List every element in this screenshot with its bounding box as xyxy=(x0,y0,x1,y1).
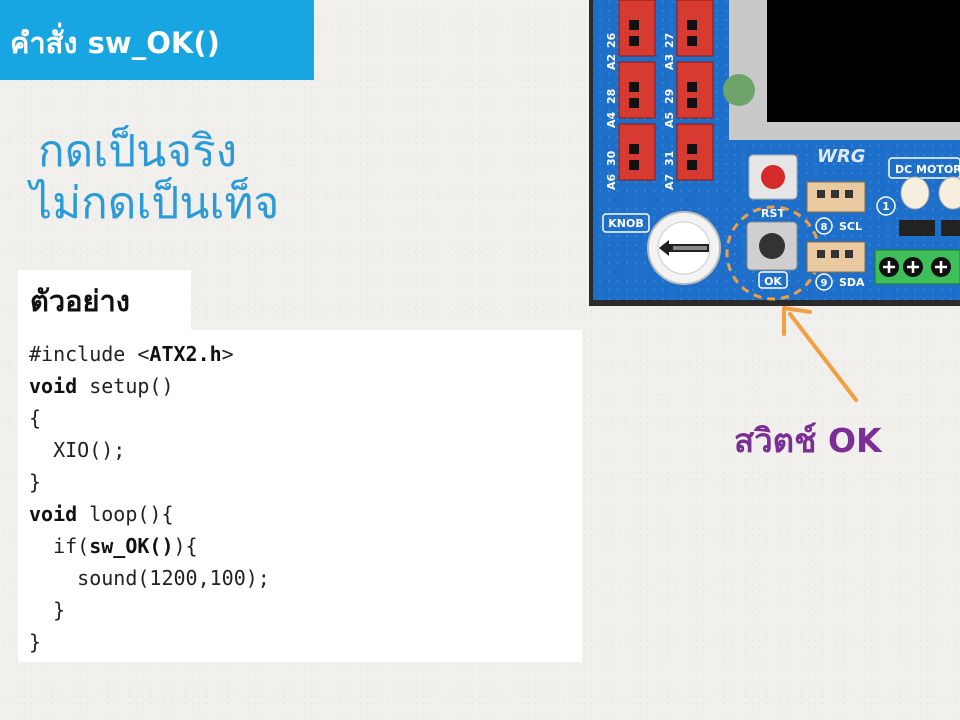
dc-motor-label: DC MOTOR xyxy=(895,163,960,176)
pin-label: A5 xyxy=(663,112,676,128)
pin-label: 31 xyxy=(663,151,676,166)
scl-number: 8 xyxy=(821,222,828,233)
board-illustration: 26 A2 27 A3 28 A4 29 A5 30 A6 31 A7 KNOB… xyxy=(589,0,960,306)
scl-label: SCL xyxy=(839,220,862,233)
slide-title: คำสั่ง sw_OK() xyxy=(10,26,220,60)
code-line: XIO(); xyxy=(29,438,126,462)
knob-icon xyxy=(647,211,721,285)
ok-switch-callout: สวิตช์ OK xyxy=(734,421,882,460)
pin-label: A4 xyxy=(605,111,618,128)
ok-button xyxy=(746,221,798,271)
code-line: } xyxy=(29,598,66,622)
pin-label: 29 xyxy=(663,89,676,104)
callout-arrow xyxy=(782,306,858,402)
pin-label: 26 xyxy=(605,32,618,48)
code-listing: #include <ATX2.h> void setup() { XIO(); … xyxy=(29,338,270,658)
pin-label: 30 xyxy=(605,150,618,166)
sda-label: SDA xyxy=(839,276,865,289)
pin-label: 28 xyxy=(605,89,618,104)
example-tab: ตัวอย่าง xyxy=(18,270,191,330)
motor-number: 1 xyxy=(882,200,890,213)
code-line: if(sw_OK()){ xyxy=(29,534,198,558)
sda-number: 9 xyxy=(821,278,828,289)
headline-line-2: ไม่กดเป็นเท็จ xyxy=(30,178,280,229)
code-line: void loop(){ xyxy=(29,502,174,526)
example-label: ตัวอย่าง xyxy=(30,284,130,318)
brand-logo: WRG xyxy=(817,146,866,167)
title-banner: คำสั่ง sw_OK() xyxy=(0,0,314,80)
code-line: sound(1200,100); xyxy=(29,566,270,590)
pin-label: A7 xyxy=(663,174,676,190)
board-photo: 26 A2 27 A3 28 A4 29 A5 30 A6 31 A7 KNOB… xyxy=(589,0,960,306)
pin-label: 27 xyxy=(663,33,676,48)
pin-label: A6 xyxy=(605,173,618,190)
knob-label: KNOB xyxy=(608,217,643,230)
pin-label: A2 xyxy=(605,54,618,70)
code-block: #include <ATX2.h> void setup() { XIO(); … xyxy=(18,330,582,662)
code-line: { xyxy=(29,406,42,430)
code-line: } xyxy=(29,630,42,654)
ok-label: OK xyxy=(764,275,782,288)
code-line: } xyxy=(29,470,42,494)
pin-label: A3 xyxy=(663,54,676,70)
code-line: #include <ATX2.h> xyxy=(29,342,234,366)
code-line: void setup() xyxy=(29,374,174,398)
